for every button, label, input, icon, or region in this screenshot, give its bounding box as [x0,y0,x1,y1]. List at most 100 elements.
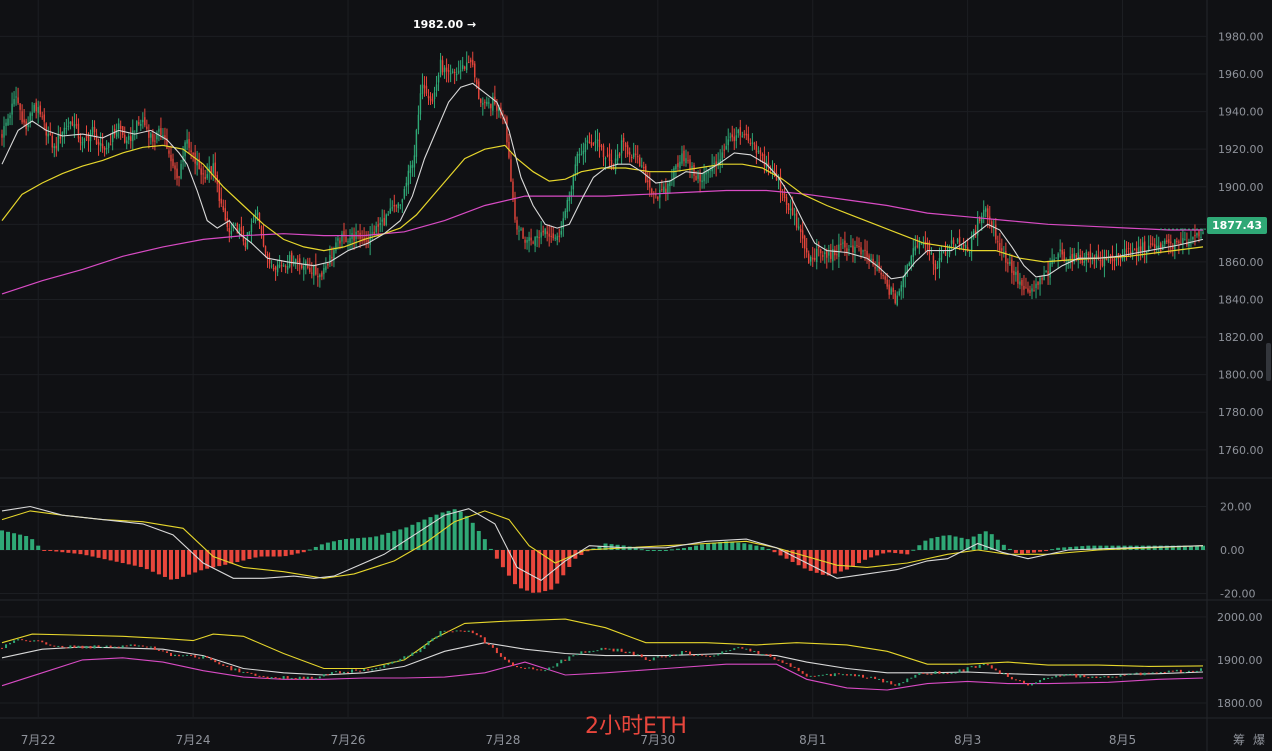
chip-button[interactable]: 筹 [1233,731,1245,748]
macd-bar-negative [241,550,246,561]
macd-bar-negative [772,550,777,553]
candle-up [57,135,60,151]
candle-up [1019,281,1021,285]
macd-bar-negative [66,550,71,553]
lower-candle [9,642,12,645]
candle-up [371,232,373,234]
candle-down [144,117,146,126]
lower-candle [753,651,756,653]
candle-up [419,93,422,115]
macd-bar-negative [1013,550,1018,553]
lower-candle [1199,668,1202,671]
candle-up [439,59,442,75]
candle-down [188,139,190,148]
candle-up [824,252,826,255]
candle-down [178,176,180,178]
lower-candle [942,673,945,675]
candle-down [224,208,227,221]
lower-candle [729,650,732,652]
candle-down [755,144,758,154]
macd-bar-positive [651,550,656,551]
lower-candle [117,646,120,648]
price-tick-label: 1780.00 [1218,406,1264,419]
candle-up [375,226,377,233]
lower-tick-label: 2000.00 [1217,611,1263,624]
candle-up [15,96,17,98]
candle-up [3,126,5,138]
lower-candle [797,667,800,672]
candle-up [65,128,68,130]
candle-up [459,70,462,72]
candle-up [793,214,796,216]
candle-up [234,224,237,226]
candle-up [136,121,138,132]
macd-bar-negative [259,550,264,557]
candle-up [562,218,564,229]
axis-labels: 1980.001960.001940.001920.001900.001880.… [21,30,1264,747]
candle-up [544,228,546,235]
candle-up [540,232,542,238]
candle-down [628,151,631,155]
candle-up [9,115,11,119]
macd-bar-positive [947,535,952,550]
macd-bar-positive [730,541,735,550]
chart-canvas: 1980.001960.001940.001920.001900.001880.… [0,0,1272,751]
candle-up [673,168,675,179]
candle-down [1178,241,1180,243]
lower-candle [866,677,869,679]
lower-candle [761,653,764,655]
candle-up [1031,288,1033,292]
lower-candle [878,678,881,680]
macd-bar-negative [54,550,59,552]
candle-down [840,243,842,245]
lower-candle [532,667,535,670]
candle-down [1198,231,1200,237]
candle-up [1043,273,1045,281]
macd-bar-positive [639,549,644,551]
lower-candle [467,630,470,632]
lower-candle [938,671,941,674]
candle-up [385,214,387,225]
lower-candle [507,659,510,663]
macd-bar-positive [12,533,17,550]
candle-up [1039,277,1041,285]
candle-down [317,276,319,278]
candle-up [556,236,558,241]
scrollbar-handle[interactable] [1266,343,1271,381]
lower-candle [552,666,555,668]
candle-up [727,139,729,146]
lower-candle [914,674,917,678]
candle-down [423,84,426,89]
macd-bar-positive [742,543,747,550]
candle-down [192,152,194,155]
candle-down [463,66,466,69]
candle-up [488,102,490,104]
liquidation-button[interactable]: 爆 [1253,731,1265,748]
candle-up [701,180,703,183]
macd-bar-negative [223,550,228,565]
lower-candle [1071,673,1074,675]
candle-down [280,265,283,267]
lower-candle [1099,676,1102,678]
candle-down [453,71,456,74]
candle-up [1147,245,1150,251]
candle-down [598,139,601,148]
lower-candle [129,644,132,646]
macd-bar-negative [802,550,807,569]
lower-candle [520,667,523,669]
candle-down [204,176,206,180]
lower-candle [318,676,321,679]
price-tick-label: 1860.00 [1218,256,1264,269]
candle-down [512,181,514,199]
candle-down [753,143,756,145]
candle-up [870,258,872,261]
lower-candle [1002,673,1005,675]
candle-down [345,236,347,243]
lower-candle [986,664,989,666]
candle-up [83,138,86,143]
macd-tick-label: 20.00 [1220,501,1252,514]
candle-down [41,116,43,118]
candle-up [286,266,289,270]
candle-up [914,246,917,251]
macd-bar-negative [150,550,155,572]
